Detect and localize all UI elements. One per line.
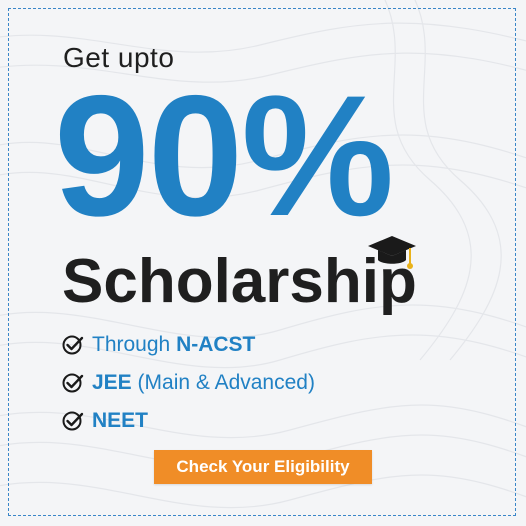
feature-highlight: NEET <box>92 409 149 432</box>
feature-highlight: N-ACST <box>176 333 256 356</box>
feature-prefix: Through <box>92 333 177 356</box>
headline-label: Scholarship <box>62 247 417 316</box>
check-circle-icon <box>62 411 84 431</box>
check-circle-icon <box>62 373 84 393</box>
feature-list: Through N-ACST JEE (Main & Advanced) NEE… <box>62 326 315 440</box>
feature-item-nacst: Through N-ACST <box>62 326 315 364</box>
feature-suffix: (Main & Advanced) <box>131 371 315 394</box>
feature-highlight: JEE <box>92 371 132 394</box>
feature-item-neet: NEET <box>62 402 315 440</box>
check-circle-icon <box>62 335 84 355</box>
scholarship-banner: Get upto 90% Scholarship Through N-ACST … <box>0 0 526 526</box>
feature-item-jee: JEE (Main & Advanced) <box>62 364 315 402</box>
headline-percentage: 90% <box>54 60 394 252</box>
graduation-cap-icon <box>368 236 416 269</box>
check-eligibility-button[interactable]: Check Your Eligibility <box>154 450 372 484</box>
